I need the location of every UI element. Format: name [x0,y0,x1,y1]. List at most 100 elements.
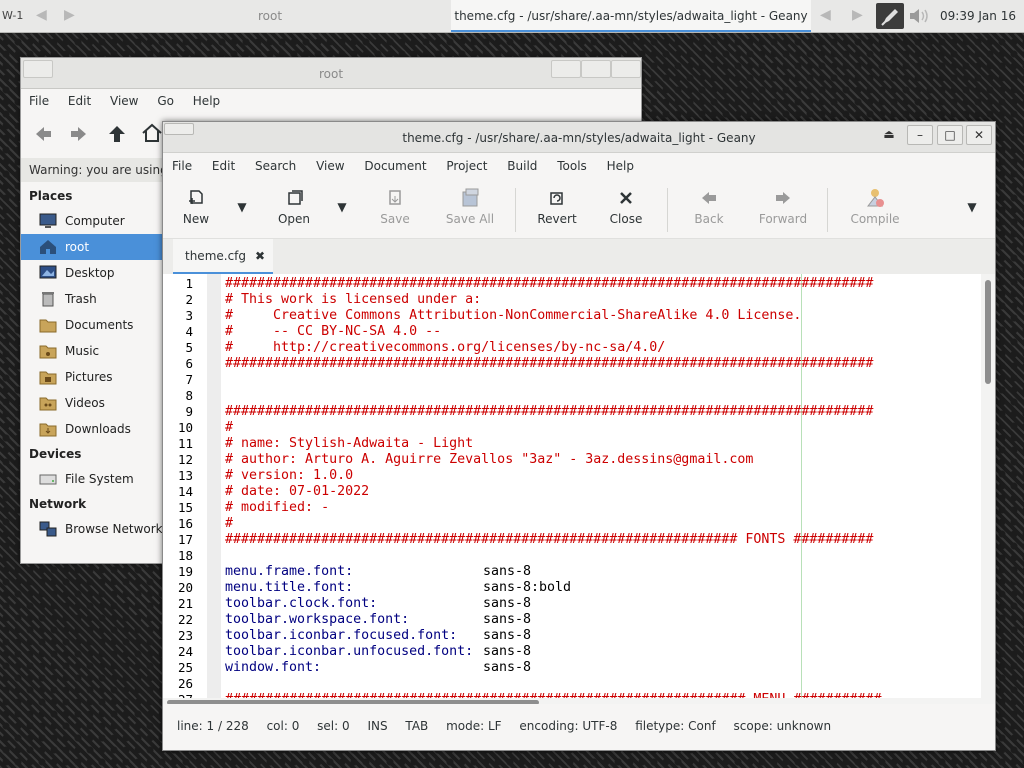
menu-file[interactable]: File [172,159,192,173]
horizontal-scrollbar[interactable] [163,698,981,704]
back-arrow-icon[interactable] [33,124,53,144]
sidebar-item-videos[interactable]: Videos [21,390,163,416]
new-dropdown-arrow-icon[interactable]: ▼ [235,200,249,214]
sidebar-item-label: Browse Network [65,522,163,536]
back-label: Back [694,212,724,226]
close-window-button[interactable]: ✕ [966,125,992,145]
save-icon [389,190,401,205]
code-editor[interactable]: 1 #######################################… [163,274,995,704]
sidebar-item-root[interactable]: root [21,234,163,260]
line-number: 5 [185,340,193,355]
line-number: 24 [177,644,193,659]
close-button[interactable]: Close [603,184,649,226]
pen-tool-icon[interactable] [876,3,904,29]
fm-maximize-button[interactable] [581,60,611,78]
compile-button[interactable]: Compile [847,184,903,226]
sidebar-item-downloads[interactable]: Downloads [21,416,163,442]
line-number: 12 [177,452,193,467]
sidebar-item-label: File System [65,472,134,486]
toolbar-overflow-arrow-icon[interactable]: ▼ [965,200,979,214]
fm-minimize-button[interactable] [551,60,581,78]
code-key: window.font: [225,660,322,675]
fm-close-button[interactable] [611,60,641,78]
sidebar-item-computer[interactable]: Computer [21,208,163,234]
menu-document[interactable]: Document [364,159,426,173]
line-number: 6 [185,356,193,371]
menu-edit[interactable]: Edit [212,159,235,173]
home-icon[interactable] [141,122,163,144]
tab-label: theme.cfg [185,249,247,263]
menu-project[interactable]: Project [446,159,487,173]
geany-menubar: File Edit Search View Document Project B… [163,153,995,180]
back-button[interactable]: Back [687,184,731,226]
line-number: 25 [177,660,193,675]
horizontal-scroll-thumb[interactable] [167,700,539,704]
code-comment-line: # date: 07-01-2022 [225,484,370,499]
fm-menu-help[interactable]: Help [193,94,220,108]
up-arrow-icon[interactable] [107,124,127,144]
line-number: 11 [177,436,193,451]
sidebar-item-trash[interactable]: Trash [21,286,163,312]
code-key: menu.title.font: [225,580,354,595]
sidebar-item-music[interactable]: Music [21,338,163,364]
taskbar-item-root[interactable]: root [90,0,450,32]
clock[interactable]: 09:39 Jan 16 [940,9,1016,23]
fm-titlebar[interactable]: root [21,58,641,89]
forward-arrow-icon [776,192,790,204]
tab-theme-cfg[interactable]: theme.cfg ✖ [173,239,273,275]
prev-task-right-icon[interactable]: ◀ [820,7,831,23]
next-task-right-icon[interactable]: ▶ [852,7,863,23]
fold-margin[interactable] [207,274,221,704]
status-ins: INS [367,719,388,733]
volume-icon[interactable] [907,6,933,26]
sidebar-item-documents[interactable]: Documents [21,312,163,338]
fm-menu-view[interactable]: View [110,94,138,108]
shade-icon[interactable]: ⏏ [877,125,901,143]
geany-toolbar: New ▼ Open ▼ Save Save All Revert Close … [163,180,995,239]
sidebar-item-label: Downloads [65,422,131,436]
open-dropdown-arrow-icon[interactable]: ▼ [335,200,349,214]
menu-tools[interactable]: Tools [557,159,587,173]
vertical-scrollbar[interactable] [981,274,995,704]
sidebar-item-file-system[interactable]: File System [21,466,163,492]
line-number: 19 [177,564,193,579]
drive-icon [39,474,57,485]
next-task-left-icon[interactable]: ▶ [64,7,75,23]
new-button[interactable]: New [175,184,217,226]
taskbar-item-geany[interactable]: theme.cfg - /usr/share/.aa-mn/styles/adw… [451,0,811,32]
prev-task-left-icon[interactable]: ◀ [36,7,47,23]
toolbar-separator [827,188,828,232]
menu-search[interactable]: Search [255,159,296,173]
line-number: 15 [177,500,193,515]
save-all-button[interactable]: Save All [443,184,497,226]
status-bar: line: 1 / 228 col: 0 sel: 0 INS TAB mode… [163,712,995,740]
sidebar-item-desktop[interactable]: Desktop [21,260,163,286]
line-number: 2 [185,292,193,307]
menu-build[interactable]: Build [507,159,537,173]
videos-folder-icon [39,397,57,411]
revert-button[interactable]: Revert [533,184,581,226]
menu-view[interactable]: View [316,159,344,173]
workspace-label[interactable]: W-1 [2,9,23,22]
long-line-marker [801,274,802,704]
code-value: sans-8 [483,612,532,627]
maximize-button[interactable]: □ [937,125,963,145]
downloads-folder-icon [39,423,57,437]
fm-menu-edit[interactable]: Edit [68,94,91,108]
tab-close-icon[interactable]: ✖ [255,239,265,273]
status-tab: TAB [405,719,429,733]
code-comment-line: # author: Arturo A. Aguirre Zevallos "3a… [225,452,754,467]
save-button[interactable]: Save [373,184,417,226]
forward-button[interactable]: Forward [755,184,811,226]
geany-titlebar[interactable]: theme.cfg - /usr/share/.aa-mn/styles/adw… [163,122,995,153]
minimize-button[interactable]: – [907,125,933,145]
sidebar-item-browse-network[interactable]: Browse Network [21,516,163,542]
open-button[interactable]: Open [271,184,317,226]
vertical-scroll-thumb[interactable] [985,280,991,384]
forward-arrow-icon[interactable] [69,124,89,144]
sidebar-item-pictures[interactable]: Pictures [21,364,163,390]
fm-menu-file[interactable]: File [29,94,49,108]
code-value: sans-8:bold [483,580,572,595]
fm-menu-go[interactable]: Go [157,94,174,108]
menu-help[interactable]: Help [607,159,634,173]
